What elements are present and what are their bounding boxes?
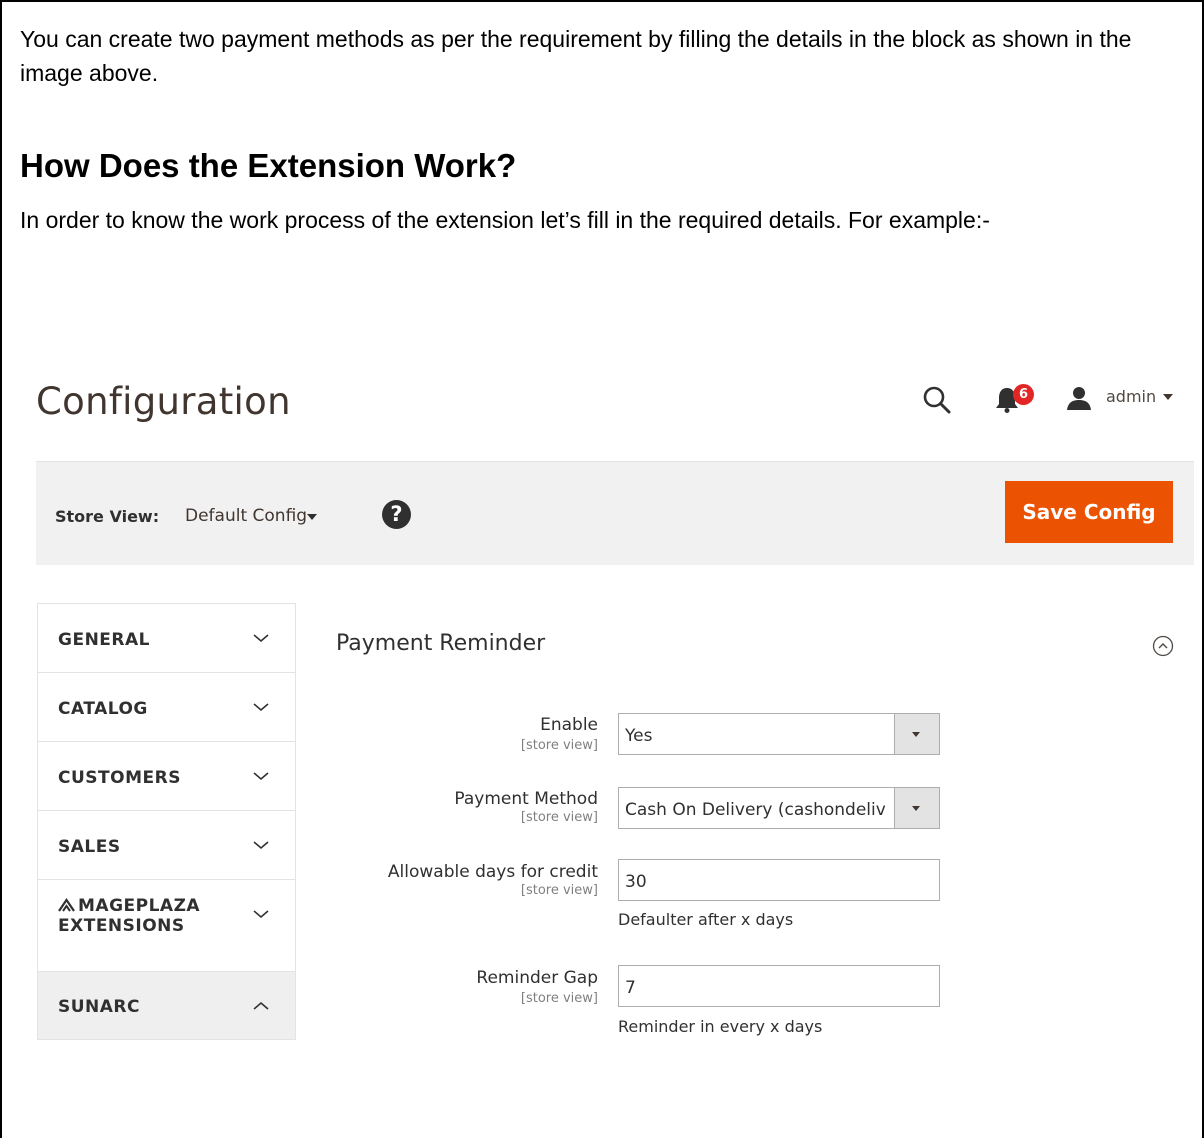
sidebar-item-mageplaza-extensions[interactable]: MAGEPLAZA EXTENSIONS (37, 879, 296, 971)
mageplaza-logo-icon (58, 898, 75, 912)
enable-label: Enable (540, 715, 598, 735)
allowable-days-input[interactable]: 30 (618, 859, 940, 901)
collapse-icon[interactable] (1152, 635, 1174, 657)
admin-screenshot: Configuration 6 admin Store View: Defaul… (0, 0, 1204, 1138)
payment-method-select[interactable]: Cash On Delivery (cashondeliv (618, 787, 940, 829)
search-icon[interactable] (922, 385, 952, 415)
sidebar-item-label: CATALOG (58, 699, 148, 719)
allowable-days-label: Allowable days for credit (387, 862, 598, 882)
reminder-gap-value: 7 (625, 978, 636, 998)
scope-label: [store view] (520, 810, 598, 825)
sidebar-item-label: MAGEPLAZA EXTENSIONS (58, 896, 201, 936)
scope-label: [store view] (520, 991, 598, 1006)
chevron-down-icon (253, 634, 269, 643)
sidebar-item-customers[interactable]: CUSTOMERS (37, 741, 296, 810)
sidebar-item-general[interactable]: GENERAL (37, 603, 296, 672)
enable-select[interactable]: Yes (618, 713, 940, 755)
scope-label: [store view] (520, 883, 598, 898)
config-sidebar: GENERAL CATALOG CUSTOMERS SALES MAGEPLAZ… (37, 603, 296, 1040)
sidebar-item-label: SALES (58, 837, 121, 857)
chevron-down-icon[interactable] (307, 514, 317, 520)
sidebar-item-label: SUNARC (58, 997, 140, 1017)
dropdown-arrow-icon[interactable] (894, 714, 939, 754)
save-config-button[interactable]: Save Config (1005, 481, 1173, 543)
chevron-down-icon[interactable] (1163, 394, 1173, 400)
user-menu[interactable]: admin (1106, 387, 1156, 406)
reminder-gap-input[interactable]: 7 (618, 965, 940, 1007)
sidebar-item-label: CUSTOMERS (58, 768, 181, 788)
sidebar-item-label: GENERAL (58, 630, 150, 650)
chevron-down-icon (253, 841, 269, 850)
payment-method-value: Cash On Delivery (cashondeliv (625, 800, 885, 820)
reminder-gap-note: Reminder in every x days (618, 1017, 823, 1036)
section-title[interactable]: Payment Reminder (336, 631, 545, 656)
help-icon[interactable]: ? (382, 500, 411, 529)
chevron-down-icon (253, 703, 269, 712)
allowable-days-value: 30 (625, 872, 647, 892)
enable-select-value: Yes (625, 726, 653, 746)
sidebar-item-sunarc[interactable]: SUNARC (37, 971, 296, 1040)
store-view-switcher[interactable]: Default Config (185, 506, 307, 526)
store-view-label: Store View: (55, 507, 160, 526)
payment-method-label: Payment Method (454, 789, 598, 809)
chevron-up-icon (253, 1001, 269, 1010)
chevron-down-icon (253, 772, 269, 781)
user-icon[interactable] (1066, 385, 1092, 411)
allowable-days-note: Defaulter after x days (618, 910, 794, 929)
dropdown-arrow-icon[interactable] (894, 788, 939, 828)
sidebar-item-catalog[interactable]: CATALOG (37, 672, 296, 741)
reminder-gap-label: Reminder Gap (476, 968, 598, 988)
scope-label: [store view] (520, 738, 598, 753)
page-title: Configuration (36, 380, 291, 423)
sidebar-item-sales[interactable]: SALES (37, 810, 296, 879)
notification-badge[interactable]: 6 (1013, 384, 1034, 405)
chevron-down-icon (253, 910, 269, 919)
